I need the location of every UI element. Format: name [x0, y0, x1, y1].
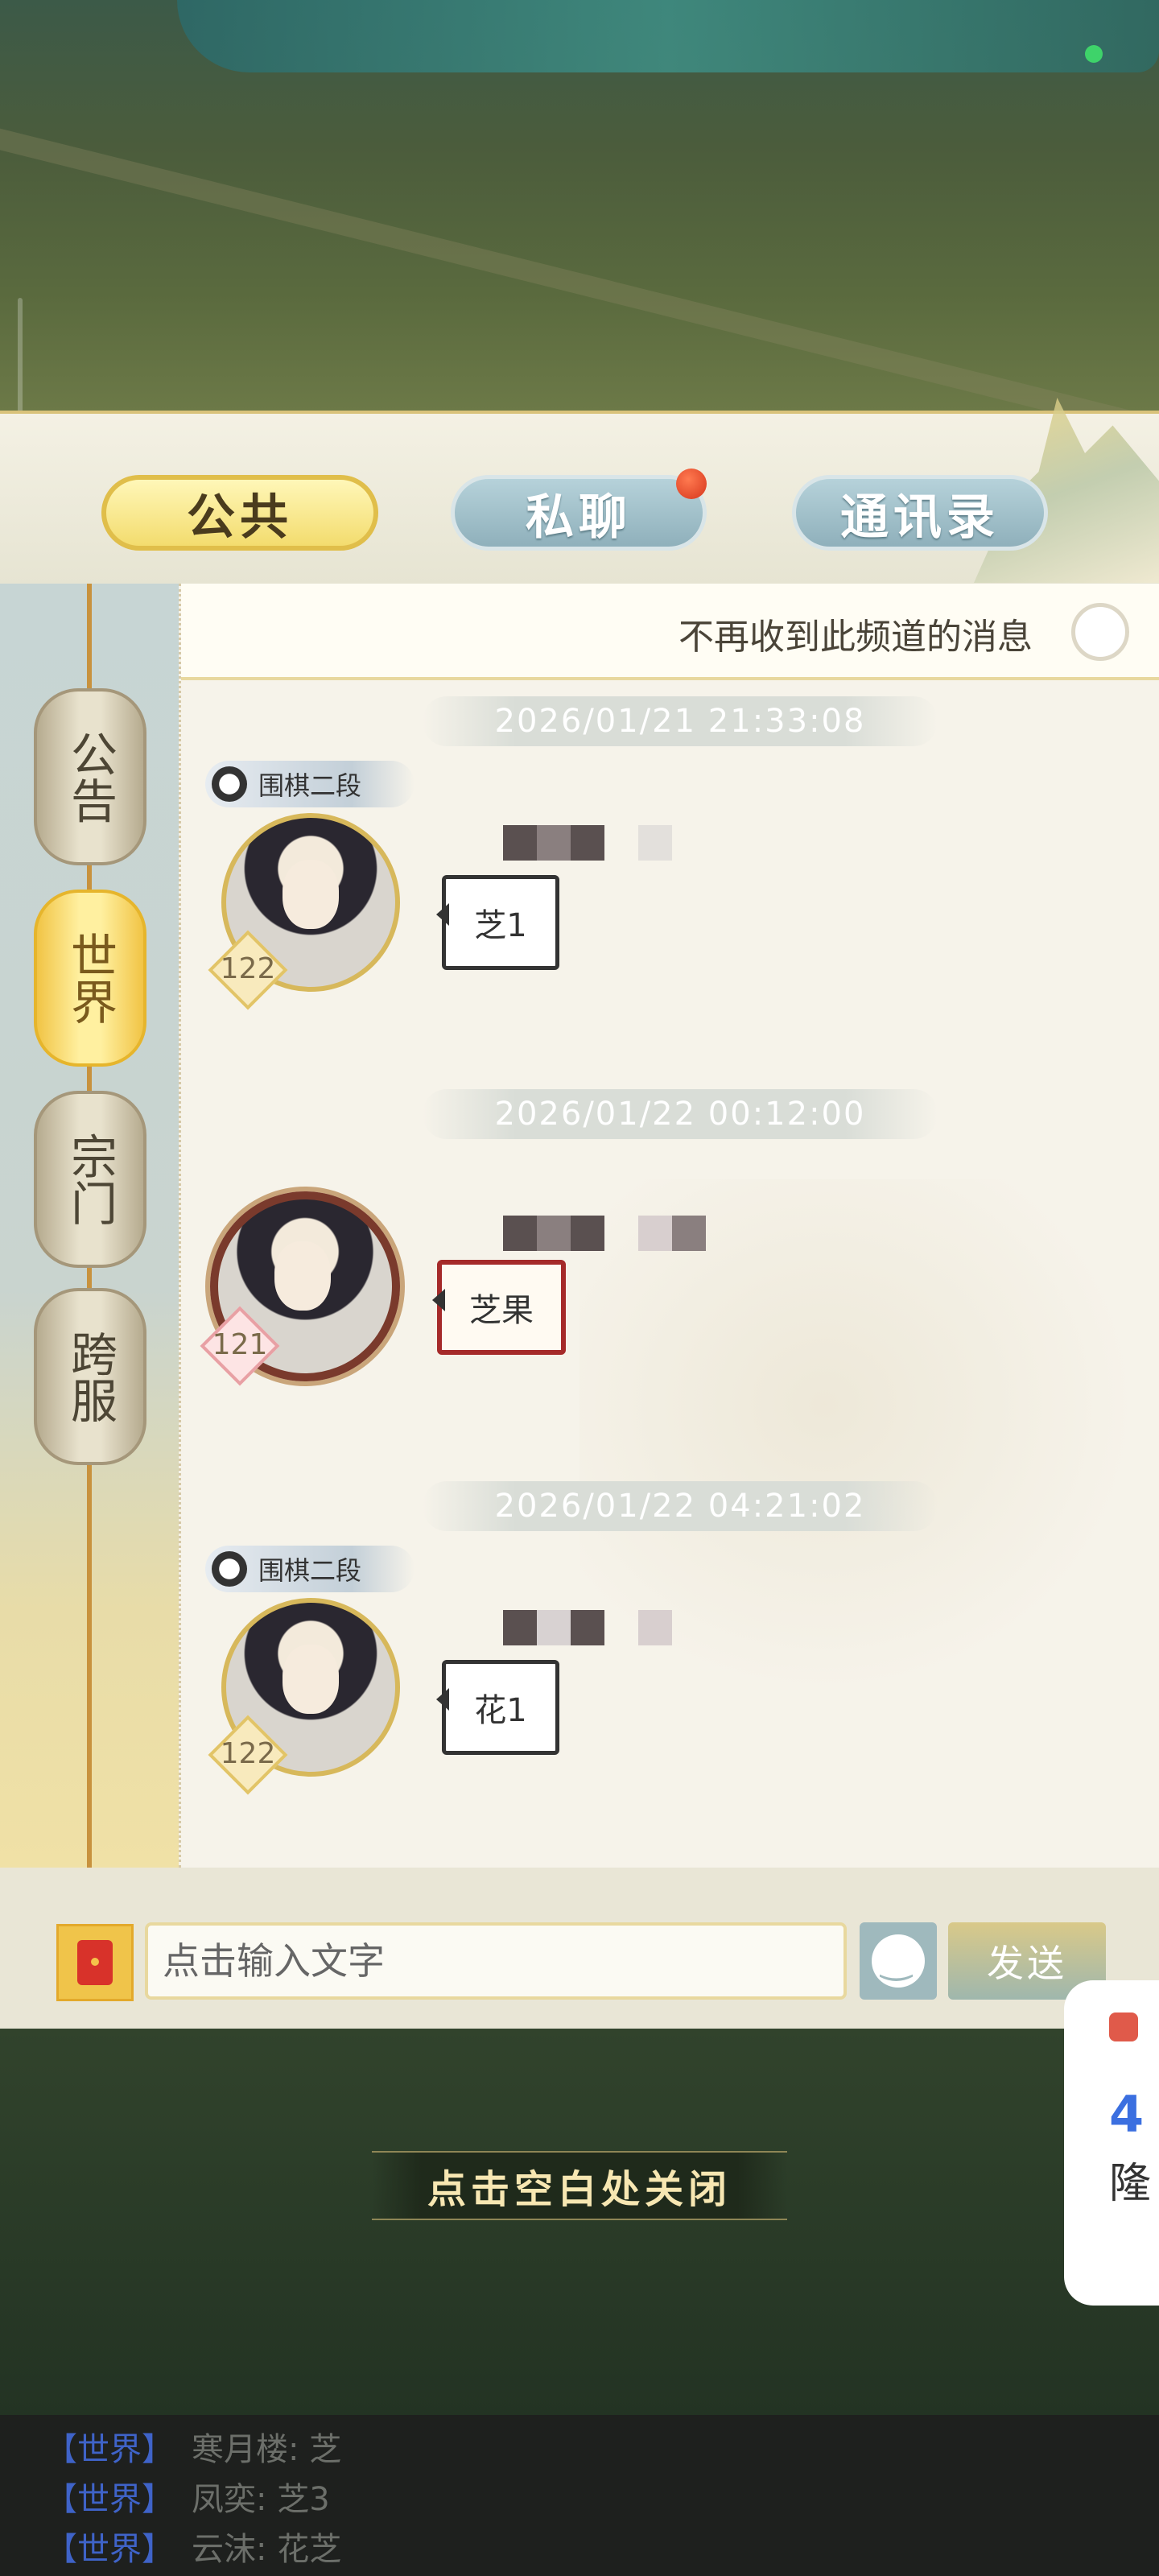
popup-number: 4	[1109, 2085, 1145, 2144]
channel-world[interactable]: 世界	[34, 890, 146, 1067]
channel-announcement[interactable]: 公告	[34, 688, 146, 865]
level-number: 122	[220, 952, 276, 985]
message-timestamp: 2026/01/22 04:21:02	[423, 1481, 938, 1531]
red-packet-button[interactable]	[56, 1924, 134, 2001]
rank-label: 围棋二段	[258, 770, 362, 801]
map-pin-icon	[1109, 2013, 1138, 2041]
avatar-face	[274, 1241, 331, 1311]
avatar-face	[283, 860, 339, 929]
mute-label: 不再收到此频道的消息	[678, 617, 1033, 658]
floating-popup[interactable]: 4 隆	[1064, 1980, 1159, 2306]
tab-bar: 公共 私聊 通讯录	[0, 398, 1159, 587]
rank-label: 围棋二段	[258, 1555, 362, 1586]
avatar-face	[283, 1645, 339, 1714]
feed-row: 【世界】 寒月楼: 芝	[45, 2423, 341, 2470]
message-input[interactable]: 点击输入文字	[145, 1922, 847, 2000]
channel-sect[interactable]: 宗门	[34, 1091, 146, 1268]
tab-public[interactable]: 公共	[101, 475, 378, 551]
feed-row: 【世界】 凤奕: 芝3	[45, 2473, 330, 2520]
message-timestamp: 2026/01/21 21:33:08	[423, 696, 938, 746]
background-scenery[interactable]	[0, 0, 1159, 453]
channel-label: 公告	[63, 730, 118, 824]
smiley-icon	[872, 1934, 925, 1988]
feed-text: 凤奕: 芝3	[192, 2481, 330, 2518]
chat-feed-ticker[interactable]: 【世界】 寒月楼: 芝 【世界】 凤奕: 芝3 【世界】 云沫: 花芝	[0, 2415, 1159, 2576]
bamboo-decoration	[580, 1179, 1159, 1743]
river-decoration	[177, 0, 1159, 72]
mute-toggle[interactable]	[1071, 603, 1129, 661]
go-stone-icon	[212, 1551, 247, 1587]
popup-text: 隆	[1109, 2160, 1152, 2208]
channel-label: 跨服	[63, 1330, 118, 1423]
feed-channel: 【世界】	[45, 2531, 174, 2568]
feed-text: 寒月楼: 芝	[192, 2431, 342, 2468]
feed-channel: 【世界】	[45, 2481, 174, 2518]
channel-sidebar: 公告 世界 宗门 跨服	[0, 584, 179, 1872]
status-dot	[1085, 45, 1103, 63]
emoji-button[interactable]	[860, 1922, 937, 2000]
sender-name-masked	[503, 1216, 706, 1251]
message-bubble[interactable]: 花1	[436, 1660, 559, 1755]
message-area[interactable]: 不再收到此频道的消息 2026/01/21 21:33:08 围棋二段 122 …	[179, 584, 1159, 1868]
tab-private[interactable]: 私聊	[451, 475, 707, 551]
chat-panel: 公共 私聊 通讯录 公告 世界 宗门 跨服 不再收到此频道的消息 2026/01…	[0, 398, 1159, 2029]
close-hint: 点击空白处关闭	[372, 2151, 787, 2220]
channel-cross-server[interactable]: 跨服	[34, 1288, 146, 1465]
rank-badge: 围棋二段	[205, 761, 415, 807]
sender-name-masked	[503, 825, 672, 861]
road-decoration	[0, 121, 1159, 453]
go-stone-icon	[212, 766, 247, 802]
channel-label: 世界	[63, 931, 118, 1025]
notification-badge	[676, 469, 707, 499]
background-close-area[interactable]	[0, 2029, 1159, 2415]
level-number: 122	[220, 1737, 276, 1770]
channel-label: 宗门	[63, 1133, 118, 1226]
message-bubble[interactable]: 芝1	[436, 875, 559, 970]
input-bar: 点击输入文字 发送	[0, 1868, 1159, 2029]
message-bubble[interactable]: 芝果	[432, 1260, 566, 1355]
red-packet-icon	[77, 1940, 113, 1985]
tab-contacts[interactable]: 通讯录	[792, 475, 1048, 551]
sender-name-masked	[503, 1610, 672, 1645]
channel-mute-bar: 不再收到此频道的消息	[181, 584, 1159, 680]
feed-channel: 【世界】	[45, 2431, 174, 2468]
message-timestamp: 2026/01/22 00:12:00	[423, 1089, 938, 1139]
rank-badge: 围棋二段	[205, 1546, 415, 1592]
level-number: 121	[212, 1328, 268, 1361]
feed-row: 【世界】 云沫: 花芝	[45, 2523, 341, 2570]
feed-text: 云沫: 花芝	[192, 2531, 342, 2568]
